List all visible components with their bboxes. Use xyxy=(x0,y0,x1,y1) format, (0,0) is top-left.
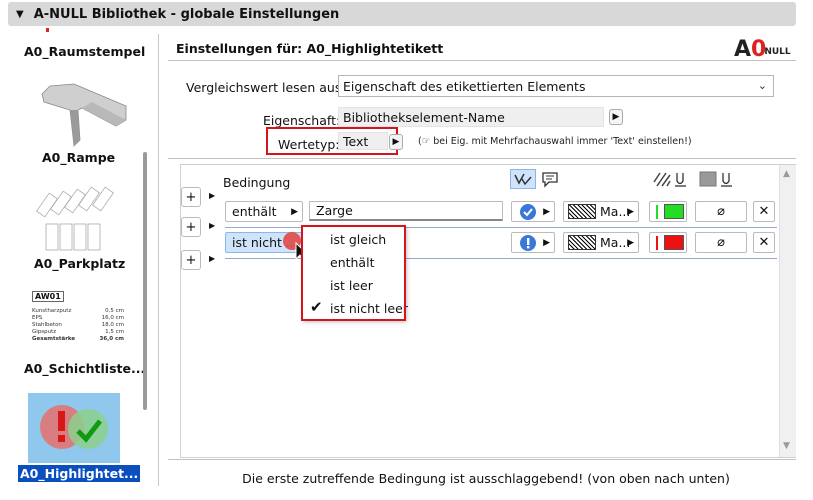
null-pen-button[interactable]: ⌀ xyxy=(695,201,747,222)
null-pen-button[interactable]: ⌀ xyxy=(695,232,747,253)
delete-row-button[interactable]: ✕ xyxy=(753,232,775,253)
library-sidebar[interactable]: A0_Raumstempel A0_Rampe A0_Parkplatz AW0… xyxy=(8,28,158,486)
row-triangle-icon: ▶ xyxy=(209,191,216,200)
collapse-triangle-icon[interactable]: ▼ xyxy=(16,9,24,20)
property-field[interactable]: Bibliothekselement-Name xyxy=(338,107,604,127)
footer-note: Die erste zutreffende Bedingung ist auss… xyxy=(242,471,730,486)
highlightetikett-thumbnail[interactable] xyxy=(28,393,120,463)
valuetype-field[interactable]: Text xyxy=(338,132,388,150)
valuetype-label: Wertetyp: xyxy=(278,137,340,152)
main-panel: Einstellungen für: A0_Highlightetikett A… xyxy=(168,34,804,492)
color-select[interactable] xyxy=(649,201,687,222)
blue-exclamation-icon xyxy=(520,234,536,251)
pattern-select[interactable]: Ma... ▶ xyxy=(563,232,639,253)
fill-pen-icon[interactable] xyxy=(699,171,739,189)
color-select[interactable] xyxy=(649,232,687,253)
add-row-button-3[interactable]: + xyxy=(181,250,201,270)
row-triangle-icon: ▶ xyxy=(209,254,216,263)
schicht-tag: AW01 xyxy=(32,291,64,302)
red-swatch xyxy=(664,235,684,250)
triangle-right-icon: ▶ xyxy=(543,237,550,248)
dropdown-highlight xyxy=(301,225,406,321)
hatch-pattern-icon xyxy=(568,235,596,250)
chevron-down-icon: ⌄ xyxy=(757,79,767,92)
sidebar-item-parkplatz[interactable]: A0_Parkplatz xyxy=(34,256,125,271)
settings-title: Einstellungen für: A0_Highlightetikett xyxy=(176,41,444,56)
row-triangle-icon: ▶ xyxy=(209,221,216,230)
sidebar-item-rampe[interactable]: A0_Rampe xyxy=(42,150,115,165)
anull-logo: A0NULL xyxy=(734,37,791,62)
window-title: A-NULL Bibliothek - globale Einstellunge… xyxy=(33,6,340,22)
add-row-button-2[interactable]: + xyxy=(181,217,201,237)
green-swatch xyxy=(664,204,684,219)
property-arrow-button[interactable]: ▶ xyxy=(609,109,623,125)
table-scrollbar[interactable]: ▲ ▼ xyxy=(779,165,796,457)
parkplatz-thumbnail[interactable] xyxy=(36,184,116,254)
speech-bubble-icon[interactable] xyxy=(540,170,560,188)
scroll-up-icon[interactable]: ▲ xyxy=(783,169,790,179)
valuetype-arrow-button[interactable]: ▶ xyxy=(389,134,403,150)
status-icon-select[interactable]: ▶ xyxy=(511,201,555,222)
sidebar-item-raumstempel[interactable]: A0_Raumstempel xyxy=(24,44,145,59)
conditions-table: Bedingung + ▶ + ▶ + ▶ enthält ▶ Zarge ▶ … xyxy=(180,164,796,458)
header-divider xyxy=(168,60,796,61)
compare-source-select[interactable]: Eigenschaft des etikettierten Elements ⌄ xyxy=(338,75,774,97)
add-row-button-1[interactable]: + xyxy=(181,187,201,207)
pattern-select[interactable]: Ma... ▶ xyxy=(563,201,639,222)
filter-check-icon[interactable] xyxy=(510,169,536,189)
partial-thumb-marker xyxy=(46,28,49,32)
triangle-right-icon: ▶ xyxy=(627,237,634,248)
property-label: Eigenschaft: xyxy=(263,113,341,128)
rampe-thumbnail[interactable] xyxy=(38,80,128,148)
hatch-pattern-icon xyxy=(568,204,596,219)
condition-value-input[interactable]: Zarge xyxy=(309,201,503,221)
delete-row-button[interactable]: ✕ xyxy=(753,201,775,222)
triangle-right-icon: ▶ xyxy=(627,206,634,217)
sidebar-divider xyxy=(158,34,159,486)
scroll-down-icon[interactable]: ▼ xyxy=(783,441,790,451)
sidebar-item-highlightetikett[interactable]: A0_Highlightet... xyxy=(18,465,141,482)
condition-header: Bedingung xyxy=(223,175,291,190)
triangle-right-icon: ▶ xyxy=(543,206,550,217)
schichtliste-thumbnail[interactable]: AW01 Kunstharzputz 0,5 cm EPS 16,0 cm Stah… xyxy=(32,288,124,356)
footer-divider xyxy=(168,459,796,460)
valuetype-hint: (☞ bei Eig. mit Mehrfachauswahl immer 'T… xyxy=(418,136,692,147)
compare-label: Vergleichswert lesen aus: xyxy=(186,80,346,95)
status-icon-select[interactable]: ▶ xyxy=(511,232,555,253)
hatch-pen-icon[interactable] xyxy=(653,171,691,189)
triangle-right-icon: ▶ xyxy=(291,206,298,217)
condition-operator-select[interactable]: enthält ▶ xyxy=(225,201,303,222)
sidebar-item-schichtliste[interactable]: A0_Schichtliste... xyxy=(24,361,145,376)
window-titlebar[interactable]: ▼ A-NULL Bibliothek - globale Einstellun… xyxy=(8,2,796,26)
section-divider xyxy=(168,158,796,159)
blue-check-icon xyxy=(520,203,536,220)
sidebar-scrollbar[interactable] xyxy=(143,152,147,410)
